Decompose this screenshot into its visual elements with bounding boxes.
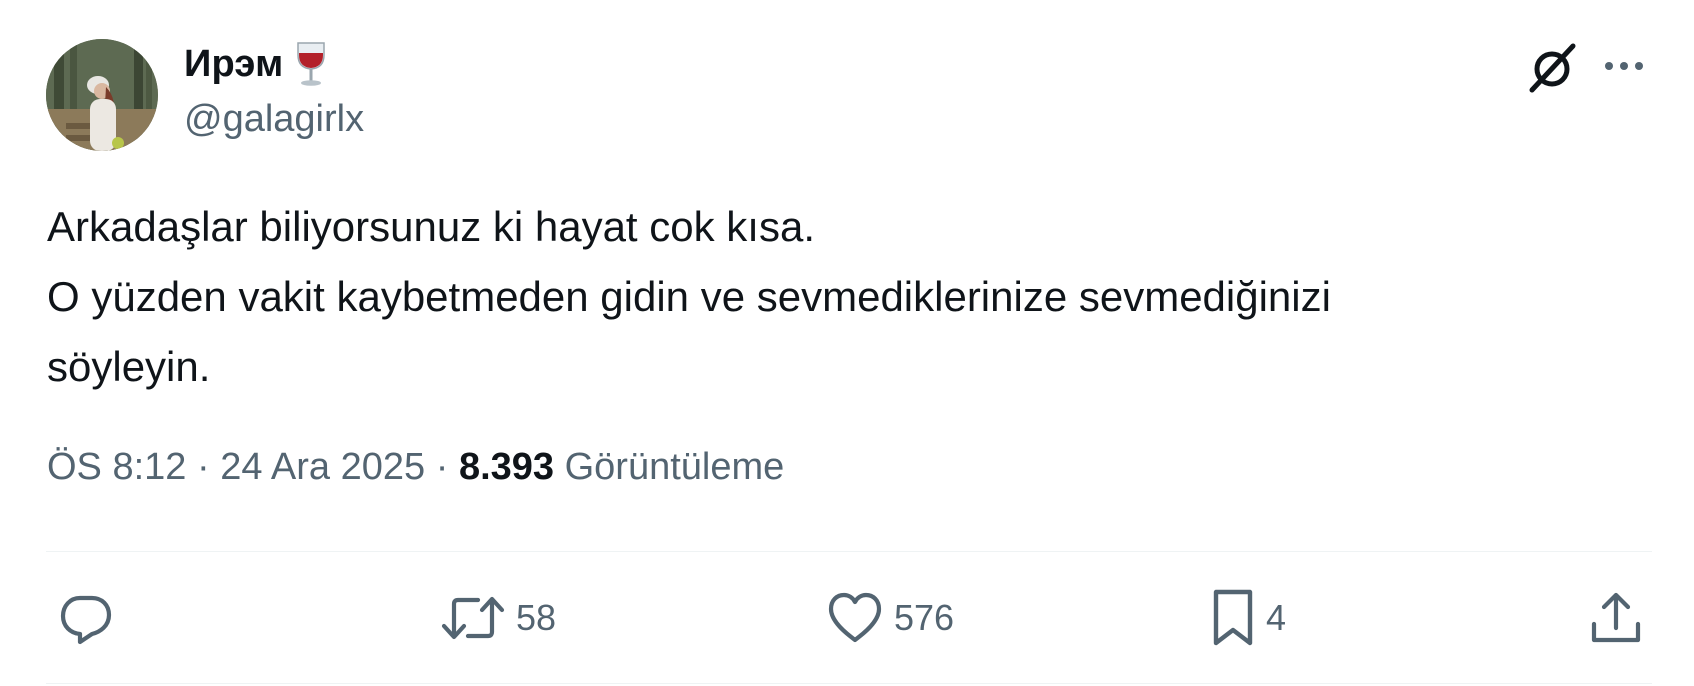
reply-icon [60, 595, 112, 645]
like-count: 576 [894, 597, 955, 638]
more-options-button[interactable] [1596, 44, 1652, 88]
tweet-text-line: Arkadaşlar biliyorsunuz ki hayat cok kıs… [47, 203, 815, 250]
tweet-text-line: O yüzden vakit kaybetmeden gidin ve sevm… [47, 273, 1331, 320]
reply-button[interactable] [58, 586, 114, 650]
wine-glass-icon [293, 41, 329, 87]
meta-separator: · [196, 446, 210, 488]
tweet-text-line: söyleyin. [47, 343, 211, 390]
retweet-button[interactable]: 58 [440, 586, 556, 650]
grok-icon [1529, 43, 1576, 93]
views-count: 8.393 [458, 446, 555, 488]
tweet-text: Arkadaşlar biliyorsunuz ki hayat cok kıs… [47, 192, 1647, 402]
share-icon [1591, 592, 1641, 643]
avatar-image [46, 39, 158, 151]
heart-icon [828, 592, 882, 643]
tweet-time[interactable]: ÖS 8:12 [47, 446, 186, 488]
bookmark-button[interactable]: 4 [1210, 586, 1286, 650]
views-label: Görüntüleme [564, 446, 785, 488]
tweet-date[interactable]: 24 Ara 2025 [220, 446, 425, 488]
avatar[interactable] [46, 39, 158, 151]
divider [46, 683, 1652, 684]
share-button[interactable] [1588, 586, 1644, 650]
tweet-meta: ÖS 8:12 · 24 Ara 2025 · 8.393 Görüntülem… [47, 446, 784, 489]
tweet-card: Ирэм @galagirlx Arkadaşlar biliyorsunuz … [0, 0, 1694, 686]
retweet-icon [441, 596, 505, 640]
retweet-count: 58 [516, 597, 557, 638]
bookmark-icon [1213, 589, 1253, 646]
author-name-row: Ирэм [184, 40, 329, 88]
grok-button[interactable] [1524, 40, 1580, 96]
author-handle[interactable]: @galagirlx [184, 98, 364, 141]
like-button[interactable]: 576 [826, 586, 954, 650]
author-display-name[interactable]: Ирэм [184, 43, 283, 86]
divider [46, 551, 1652, 552]
more-options-icon [1605, 62, 1643, 70]
meta-separator: · [435, 446, 449, 488]
bookmark-count: 4 [1266, 597, 1287, 638]
